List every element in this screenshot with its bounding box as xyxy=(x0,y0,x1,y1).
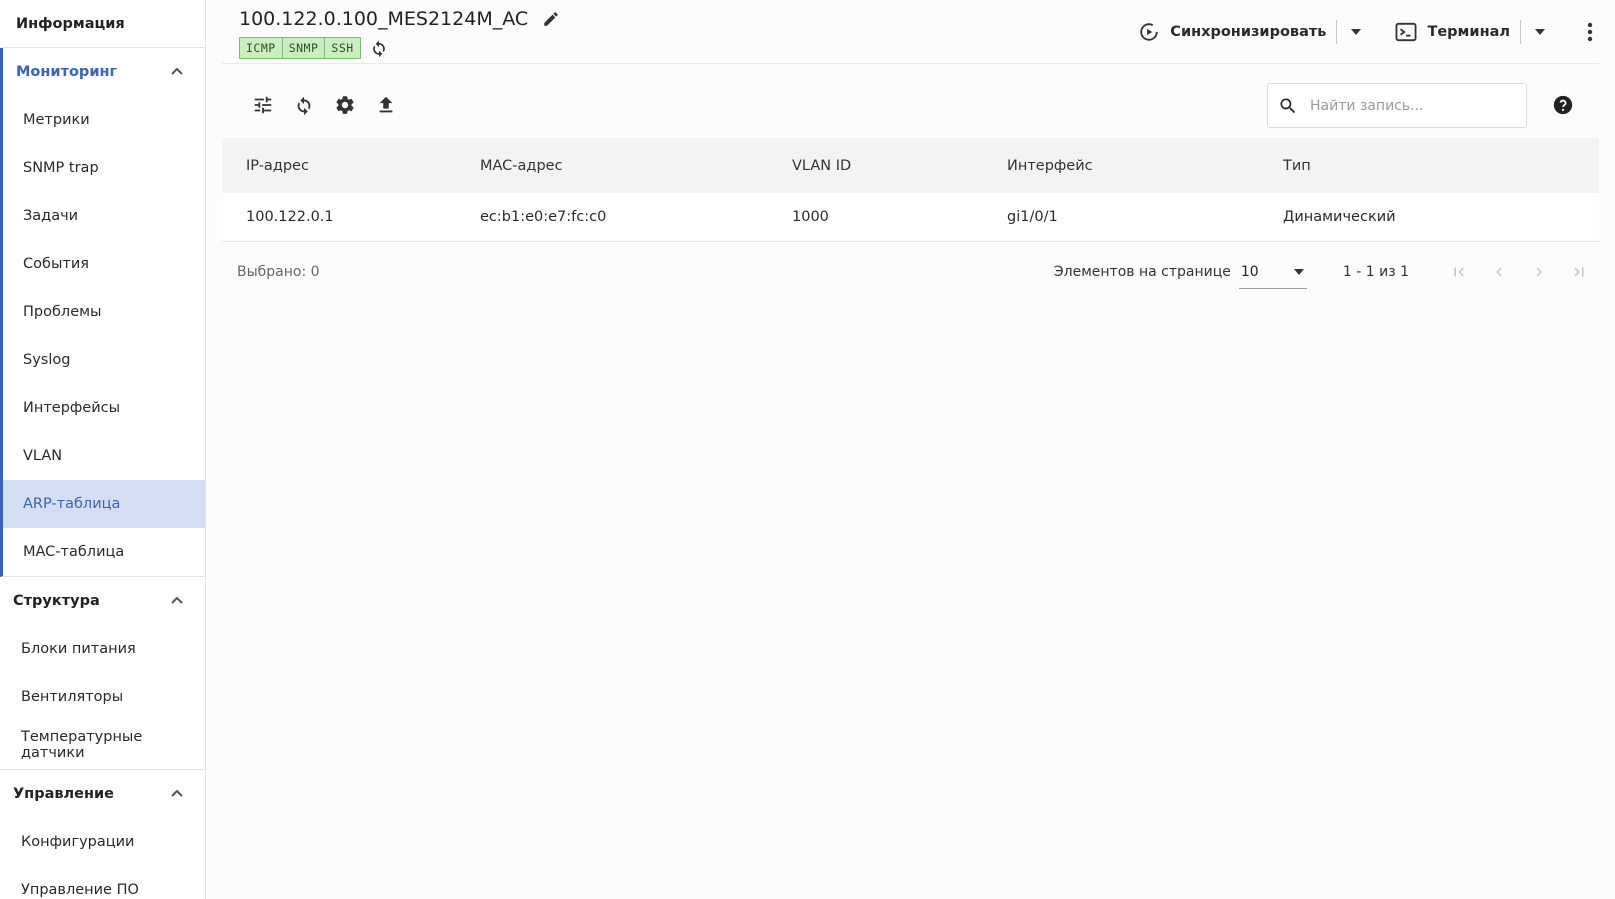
sidebar-item-software-management[interactable]: Управление ПО xyxy=(0,866,205,899)
column-header-type[interactable]: Тип xyxy=(1283,138,1599,193)
sidebar-section-monitoring: Мониторинг Метрики SNMP trap Задачи Собы… xyxy=(0,48,205,577)
cell-interface: gi1/0/1 xyxy=(1007,208,1058,225)
column-header-ip[interactable]: IP-адрес xyxy=(222,138,480,193)
column-header-vlan-id[interactable]: VLAN ID xyxy=(792,138,1007,193)
terminal-icon xyxy=(1395,22,1417,42)
chevron-up-icon[interactable] xyxy=(169,593,185,609)
sidebar-item-interfaces[interactable]: Интерфейсы xyxy=(3,384,205,432)
cell-ip: 100.122.0.1 xyxy=(246,208,334,225)
sidebar-item-temperature-sensors[interactable]: Температурные датчики xyxy=(0,721,205,769)
device-title: 100.122.0.100_MES2124M_AC xyxy=(239,8,560,30)
device-name: 100.122.0.100_MES2124M_AC xyxy=(239,8,529,30)
header-actions: Синхронизировать Терминал xyxy=(1138,18,1593,46)
sync-dropdown-icon[interactable] xyxy=(1347,28,1365,36)
divider xyxy=(1520,20,1521,44)
badge-snmp: SNMP xyxy=(283,38,326,58)
sidebar-item-vlan[interactable]: VLAN xyxy=(3,432,205,480)
more-options-icon[interactable] xyxy=(1587,22,1593,42)
table-toolbar xyxy=(222,64,1599,138)
terminal-button[interactable]: Терминал xyxy=(1395,22,1510,42)
sidebar-item-syslog[interactable]: Syslog xyxy=(3,336,205,384)
page-range: 1 - 1 из 1 xyxy=(1342,264,1409,280)
cell-type: Динамический xyxy=(1283,208,1396,225)
sidebar-item-arp-table[interactable]: ARP-таблица xyxy=(3,480,205,528)
sidebar-item-mac-table[interactable]: MAC-таблица xyxy=(3,528,205,576)
sidebar-item-events[interactable]: События xyxy=(3,240,205,288)
edit-icon[interactable] xyxy=(542,10,560,28)
selected-count: Выбрано: 0 xyxy=(237,264,320,280)
terminal-label: Терминал xyxy=(1427,24,1510,40)
chevron-down-icon xyxy=(1293,268,1305,276)
sidebar-section-structure: Структура Блоки питания Вентиляторы Темп… xyxy=(0,577,205,770)
sidebar-item-info[interactable]: Информация xyxy=(0,0,205,48)
next-page-icon[interactable] xyxy=(1519,263,1559,281)
per-page-label: Элементов на странице xyxy=(1053,264,1231,280)
badge-ssh: SSH xyxy=(331,41,354,55)
first-page-icon[interactable] xyxy=(1439,263,1479,281)
column-header-interface[interactable]: Интерфейс xyxy=(1007,138,1283,193)
table-footer: Выбрано: 0 Элементов на странице 10 1 - … xyxy=(222,242,1599,298)
cell-vlan-id: 1000 xyxy=(792,208,829,225)
search-box xyxy=(1267,83,1527,128)
filter-settings-icon[interactable] xyxy=(252,94,274,116)
help-icon[interactable] xyxy=(1552,94,1574,116)
terminal-dropdown-icon[interactable] xyxy=(1531,28,1549,36)
section-title: Структура xyxy=(13,593,100,609)
sidebar: Информация Мониторинг Метрики SNMP trap … xyxy=(0,0,206,899)
sidebar-section-management: Управление Конфигурации Управление ПО xyxy=(0,770,205,899)
sidebar-item-problems[interactable]: Проблемы xyxy=(3,288,205,336)
chevron-up-icon[interactable] xyxy=(169,64,185,80)
sidebar-item-fans[interactable]: Вентиляторы xyxy=(0,673,205,721)
column-header-mac[interactable]: MAC-адрес xyxy=(480,138,792,193)
paginator: Элементов на странице 10 1 - 1 из 1 xyxy=(1054,254,1599,290)
section-title: Управление xyxy=(13,786,115,802)
sidebar-item-snmp-trap[interactable]: SNMP trap xyxy=(3,144,205,192)
per-page-value: 10 xyxy=(1240,263,1259,280)
refresh-status-icon[interactable] xyxy=(369,38,389,58)
prev-page-icon[interactable] xyxy=(1479,263,1519,281)
last-page-icon[interactable] xyxy=(1559,263,1599,281)
sidebar-item-power-supplies[interactable]: Блоки питания xyxy=(0,625,205,673)
table-header-row: IP-адрес MAC-адрес VLAN ID Интерфейс Тип xyxy=(222,138,1599,193)
divider xyxy=(1336,20,1338,44)
table-row[interactable]: 100.122.0.1 ec:b1:e0:e7:fc:c0 1000 gi1/0… xyxy=(222,193,1599,241)
sync-button[interactable]: Синхронизировать xyxy=(1138,21,1326,43)
gear-icon[interactable] xyxy=(334,94,356,116)
main-content: 100.122.0.100_MES2124M_AC ICMP SNMP SSH xyxy=(206,0,1615,899)
per-page-select[interactable]: 10 xyxy=(1238,255,1307,289)
sync-icon xyxy=(1138,21,1160,43)
badge-icmp: ICMP xyxy=(240,38,283,58)
chevron-up-icon[interactable] xyxy=(169,786,185,802)
upload-icon[interactable] xyxy=(375,94,397,116)
device-header: 100.122.0.100_MES2124M_AC ICMP SNMP SSH xyxy=(222,0,1599,64)
search-input[interactable] xyxy=(1310,97,1500,114)
refresh-icon[interactable] xyxy=(293,94,315,116)
sidebar-section-header-monitoring[interactable]: Мониторинг xyxy=(3,48,205,96)
sidebar-section-header-structure[interactable]: Структура xyxy=(0,577,205,625)
arp-table: IP-адрес MAC-адрес VLAN ID Интерфейс Тип… xyxy=(222,138,1599,242)
sidebar-section-header-management[interactable]: Управление xyxy=(0,770,205,818)
section-title: Мониторинг xyxy=(16,64,118,80)
sidebar-item-tasks[interactable]: Задачи xyxy=(3,192,205,240)
cell-mac: ec:b1:e0:e7:fc:c0 xyxy=(480,208,607,225)
sync-label: Синхронизировать xyxy=(1170,24,1327,40)
protocol-badges: ICMP SNMP SSH xyxy=(239,37,389,59)
search-icon xyxy=(1278,96,1298,116)
sidebar-item-configurations[interactable]: Конфигурации xyxy=(0,818,205,866)
sidebar-item-metrics[interactable]: Метрики xyxy=(3,96,205,144)
